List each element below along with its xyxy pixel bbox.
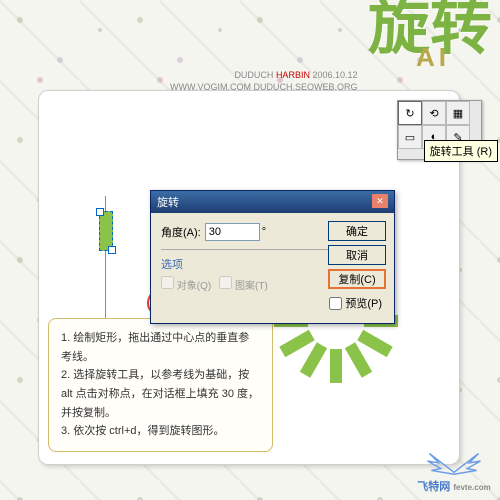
rotate-dialog[interactable]: 旋转 ✕ 确定 取消 复制(C) 角度(A): ° 选项 对象(Q) 图案(T)…: [150, 190, 395, 324]
free-transform-icon[interactable]: ▦: [446, 101, 470, 125]
spoke: [300, 342, 327, 377]
degree-icon: °: [262, 226, 266, 238]
spoke: [345, 342, 372, 377]
site-logo[interactable]: 飞特网 fevte.com: [414, 444, 494, 494]
site-url: fevte.com: [453, 483, 490, 492]
tool-cell[interactable]: ▭: [398, 125, 422, 149]
spoke: [357, 330, 392, 357]
angle-input[interactable]: [205, 223, 260, 241]
ai-label: AI: [416, 42, 450, 73]
instruction-step-3: 3. 依次按 ctrl+d，得到旋转图形。: [61, 422, 260, 441]
close-icon[interactable]: ✕: [372, 194, 388, 208]
instruction-step-2: 2. 选择旋转工具，以参考线为基础，按 alt 点击对称点，在对话框上填充 30…: [61, 366, 260, 422]
spoke: [330, 349, 342, 383]
instructions-panel: 1. 绘制矩形，拖出通过中心点的垂直参考线。 2. 选择旋转工具，以参考线为基础…: [48, 318, 273, 452]
option-pattern[interactable]: 图案(T): [219, 276, 268, 292]
rect-shape-1[interactable]: [99, 211, 113, 251]
option-object[interactable]: 对象(Q): [161, 276, 211, 292]
rotate-tool-tooltip: 旋转工具 (R): [424, 140, 498, 162]
instruction-step-1: 1. 绘制矩形，拖出通过中心点的垂直参考线。: [61, 329, 260, 366]
dialog-titlebar[interactable]: 旋转 ✕: [151, 191, 394, 213]
ok-button[interactable]: 确定: [328, 221, 386, 241]
copy-button[interactable]: 复制(C): [328, 269, 386, 289]
site-name: 飞特网: [417, 481, 450, 493]
rotate-tool-icon[interactable]: ↻: [398, 101, 422, 125]
wings-icon: [418, 444, 490, 478]
preview-checkbox[interactable]: [329, 297, 342, 310]
dialog-title-text: 旋转: [157, 194, 179, 210]
preview-label: 预览(P): [345, 295, 382, 311]
angle-label: 角度(A):: [161, 224, 201, 240]
reflect-tool-icon[interactable]: ⟲: [422, 101, 446, 125]
cancel-button[interactable]: 取消: [328, 245, 386, 265]
